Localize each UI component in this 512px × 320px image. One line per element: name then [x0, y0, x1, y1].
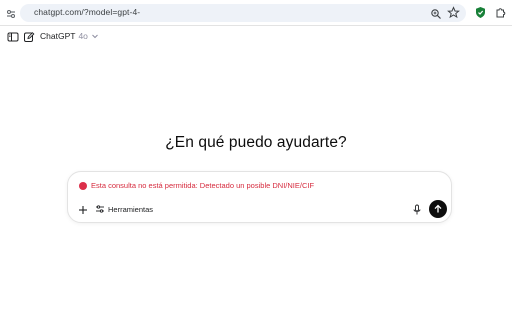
browser-toolbar: chatgpt.com/?model=gpt-4-	[0, 0, 512, 26]
tools-button[interactable]: Herramientas	[95, 203, 153, 215]
error-dot-icon	[79, 181, 87, 190]
url-text: chatgpt.com/?model=gpt-4-	[34, 7, 141, 17]
star-icon[interactable]	[447, 6, 460, 19]
send-button[interactable]	[429, 200, 447, 218]
shield-extension-icon[interactable]	[474, 6, 487, 19]
site-info-icon[interactable]	[5, 7, 17, 19]
model-name: ChatGPT	[40, 31, 76, 41]
sidebar-toggle-icon[interactable]	[7, 30, 19, 42]
zoom-icon[interactable]	[430, 7, 442, 19]
puzzle-extension-icon[interactable]	[494, 6, 507, 19]
new-chat-icon[interactable]	[23, 30, 35, 42]
address-bar[interactable]: chatgpt.com/?model=gpt-4-	[20, 4, 466, 22]
chevron-down-icon	[91, 32, 99, 40]
app-header: ChatGPT 4o	[0, 26, 512, 46]
arrow-up-icon	[434, 204, 442, 213]
tools-label: Herramientas	[108, 204, 154, 214]
sliders-icon	[95, 204, 105, 214]
error-text: Esta consulta no está permitida: Detecta…	[91, 181, 315, 190]
microphone-icon[interactable]	[412, 203, 422, 215]
page-title: ¿En qué puedo ayudarte?	[165, 134, 347, 151]
error-message: Esta consulta no está permitida: Detecta…	[79, 181, 314, 190]
model-version: 4o	[78, 31, 88, 41]
prompt-composer[interactable]: Esta consulta no está permitida: Detecta…	[67, 171, 452, 223]
plus-icon[interactable]	[77, 203, 89, 215]
model-selector[interactable]: ChatGPT 4o	[40, 30, 99, 42]
